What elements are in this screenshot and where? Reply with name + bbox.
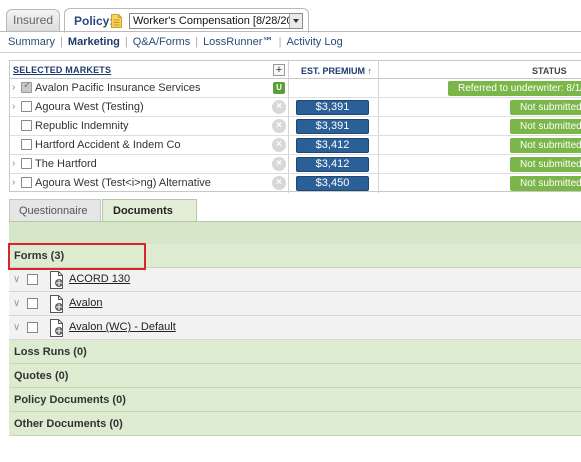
subnav-divider — [0, 52, 581, 53]
chevron-down-icon[interactable]: ∨ — [13, 322, 20, 333]
nav-qa-forms[interactable]: Q&A/Forms — [133, 36, 190, 48]
chevron-right-icon[interactable]: › — [12, 82, 15, 93]
market-row[interactable]: Hartford Accident & Indem Co × $3,412 No… — [10, 136, 581, 155]
market-status: Not submitted ye — [510, 157, 581, 172]
tab-policy[interactable]: Policy: Worker's Compensation [8/28/2013… — [64, 8, 309, 33]
remove-market-icon[interactable]: × — [272, 100, 286, 114]
market-name: Avalon Pacific Insurance Services — [35, 82, 201, 94]
nav-marketing[interactable]: Marketing — [68, 36, 120, 48]
nav-lossrunner[interactable]: LossRunner℠ — [203, 36, 274, 48]
market-name: The Hartford — [35, 158, 97, 170]
form-document-icon — [50, 271, 63, 289]
market-status: Referred to underwriter: 8/1/ — [448, 81, 581, 96]
nav-separator: | — [195, 36, 199, 48]
tab-documents[interactable]: Documents — [102, 199, 197, 222]
chevron-right-icon[interactable]: › — [12, 177, 15, 188]
market-checkbox[interactable] — [21, 80, 32, 93]
section-other-documents[interactable]: Other Documents (0) — [9, 412, 581, 436]
premium-button[interactable]: $3,412 — [296, 157, 369, 172]
market-status: Not submitted ye — [510, 176, 581, 191]
header-est-premium[interactable]: EST. PREMIUM ↑ — [301, 66, 372, 76]
market-name: Agoura West (Test<i>ng) Alternative — [35, 177, 211, 189]
market-name: Hartford Accident & Indem Co — [35, 139, 181, 151]
form-link[interactable]: Avalon (WC) - Default — [69, 321, 176, 333]
remove-market-icon[interactable]: × — [272, 119, 286, 133]
form-document-icon — [50, 319, 63, 337]
form-row[interactable]: ∨ Avalon — [9, 292, 581, 316]
header-selected-markets[interactable]: SELECTED MARKETS — [13, 65, 111, 75]
nav-separator: | — [278, 36, 282, 48]
section-quotes[interactable]: Quotes (0) — [9, 364, 581, 388]
section-policy-documents[interactable]: Policy Documents (0) — [9, 388, 581, 412]
highlight-annotation — [8, 243, 146, 270]
policy-select[interactable]: Worker's Compensation [8/28/2013] — [129, 13, 303, 29]
premium-button[interactable]: $3,450 — [296, 176, 369, 191]
market-checkbox[interactable] — [21, 139, 32, 150]
form-link[interactable]: ACORD 130 — [69, 273, 130, 285]
tab-questionnaire[interactable]: Questionnaire — [9, 199, 101, 221]
policy-tab-bar: Insured Policy: Worker's Compensation [8… — [0, 0, 581, 33]
markets-header-row: SELECTED MARKETS + EST. PREMIUM ↑ STATUS — [10, 61, 581, 79]
market-checkbox[interactable] — [21, 101, 32, 112]
form-checkbox[interactable] — [27, 298, 38, 309]
chevron-down-icon[interactable]: ∨ — [13, 274, 20, 285]
sub-navigation: Summary | Marketing | Q&A/Forms | LossRunner℠ |… — [8, 35, 343, 49]
chevron-right-icon[interactable]: › — [12, 101, 15, 112]
market-row[interactable]: › Agoura West (Testing) × $3,391 Not sub… — [10, 98, 581, 117]
header-status: STATUS — [532, 66, 567, 76]
market-row[interactable]: › Avalon Pacific Insurance Services U Re… — [10, 79, 581, 98]
policy-label: Policy: — [74, 14, 114, 28]
remove-market-icon[interactable]: × — [272, 138, 286, 152]
remove-market-icon[interactable]: × — [272, 176, 286, 190]
form-checkbox[interactable] — [27, 274, 38, 285]
chevron-down-icon[interactable] — [289, 14, 302, 28]
form-checkbox[interactable] — [27, 322, 38, 333]
market-row[interactable]: › The Hartford × $3,412 Not submitted ye — [10, 155, 581, 174]
documents-area: Questionnaire Documents Forms (3) ∨ ACOR… — [9, 199, 581, 439]
market-status: Not submitted ye — [510, 100, 581, 115]
market-name: Republic Indemnity — [35, 120, 129, 132]
market-name: Agoura West (Testing) — [35, 101, 144, 113]
chevron-right-icon[interactable]: › — [12, 158, 15, 169]
chevron-down-icon[interactable]: ∨ — [13, 298, 20, 309]
policy-select-value: Worker's Compensation [8/28/2013] — [133, 15, 303, 27]
premium-button[interactable]: $3,412 — [296, 138, 369, 153]
form-document-icon — [50, 295, 63, 313]
market-checkbox[interactable] — [21, 177, 32, 188]
section-loss-runs[interactable]: Loss Runs (0) — [9, 340, 581, 364]
premium-button[interactable]: $3,391 — [296, 119, 369, 134]
document-icon — [111, 14, 122, 28]
nav-summary[interactable]: Summary — [8, 36, 55, 48]
market-row[interactable]: › Agoura West (Test<i>ng) Alternative × … — [10, 174, 581, 193]
market-row[interactable]: Republic Indemnity × $3,391 Not submitte… — [10, 117, 581, 136]
nav-activity-log[interactable]: Activity Log — [286, 36, 342, 48]
market-status: Not submitted ye — [510, 119, 581, 134]
tab-divider — [0, 31, 581, 32]
form-row[interactable]: ∨ ACORD 130 — [9, 268, 581, 292]
underwriter-badge: U — [273, 82, 285, 94]
market-checkbox[interactable] — [21, 120, 32, 131]
add-market-button[interactable]: + — [273, 64, 285, 76]
premium-button[interactable]: $3,391 — [296, 100, 369, 115]
form-link[interactable]: Avalon — [69, 297, 102, 309]
nav-separator: | — [124, 36, 128, 48]
remove-market-icon[interactable]: × — [272, 157, 286, 171]
market-checkbox[interactable] — [21, 158, 32, 169]
form-row[interactable]: ∨ Avalon (WC) - Default — [9, 316, 581, 340]
market-status: Not submitted ye — [510, 138, 581, 153]
tab-insured[interactable]: Insured — [6, 9, 60, 31]
nav-separator: | — [60, 36, 63, 48]
selected-markets-table: SELECTED MARKETS + EST. PREMIUM ↑ STATUS… — [9, 60, 581, 193]
